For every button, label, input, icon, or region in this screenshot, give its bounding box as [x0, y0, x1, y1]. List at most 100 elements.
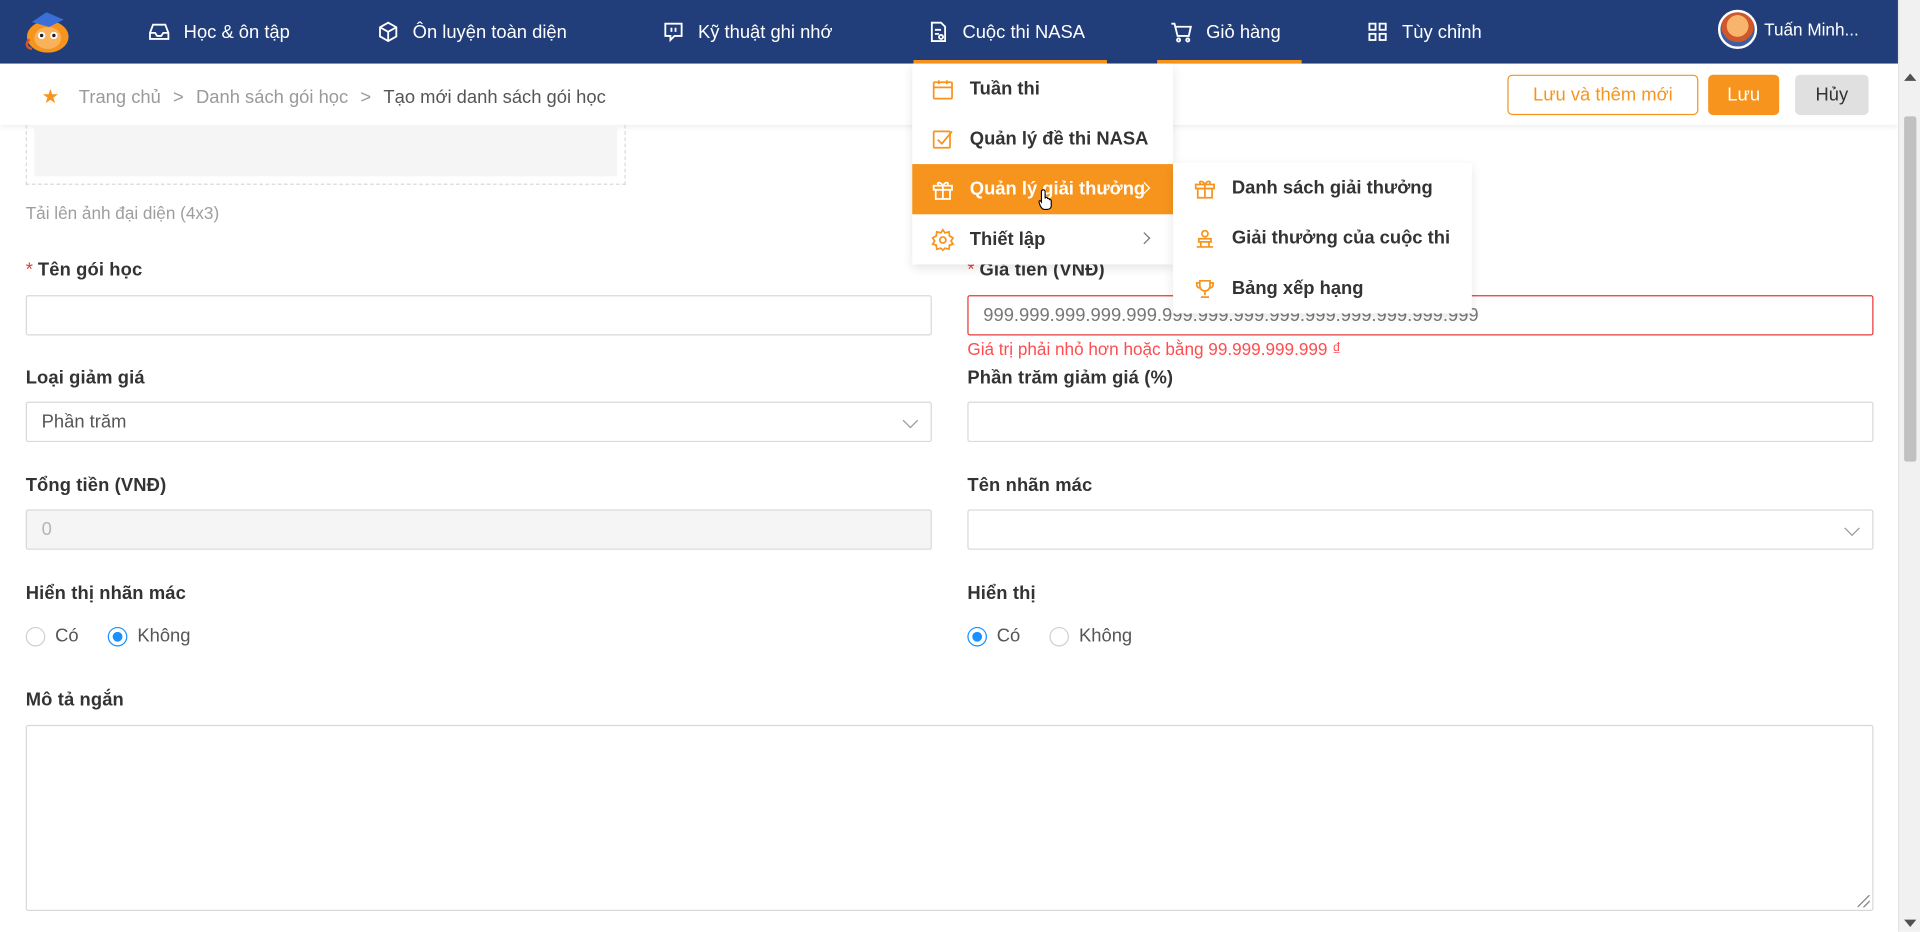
radio-label: Không	[137, 625, 191, 647]
submenu-item-danh-sach-giai-thuong[interactable]: Danh sách giải thưởng	[1173, 163, 1472, 213]
breadcrumb-list[interactable]: Danh sách gói học	[196, 86, 348, 107]
breadcrumb: ★ Trang chủ > Danh sách gói học > Tạo mớ…	[42, 84, 606, 108]
discount-type-select[interactable]: Phần trăm	[25, 401, 932, 443]
discount-type-label: Loại giảm giá	[25, 367, 145, 389]
breadcrumb-home[interactable]: Trang chủ	[79, 86, 161, 107]
total-value: 0	[41, 519, 52, 541]
save-button[interactable]: Lưu	[1708, 74, 1780, 116]
chevron-down-icon	[1844, 520, 1860, 537]
checkbox-icon	[932, 129, 953, 149]
chat-icon	[664, 22, 683, 43]
required-mark: *	[25, 259, 33, 281]
calendar-icon	[932, 79, 953, 99]
show-radio-group: Có Không	[967, 626, 1149, 647]
vertical-scrollbar[interactable]	[1897, 0, 1920, 932]
cart-icon	[1171, 22, 1192, 43]
hand-cursor-icon	[1038, 189, 1052, 210]
nav-item-label: Cuộc thi NASA	[962, 21, 1085, 43]
submenu-item-bang-xep-hang[interactable]: Bảng xếp hạng	[1173, 263, 1472, 313]
name-label-text: Tên gói học	[37, 259, 143, 281]
award-icon	[1196, 229, 1214, 248]
chevron-right-icon	[1138, 232, 1151, 245]
radio-button[interactable]	[1049, 626, 1070, 646]
show-label: Hiển thị	[967, 582, 1036, 604]
menu-item-label: Quản lý đề thi NASA	[969, 128, 1149, 150]
nav-item-hoc-on-tap[interactable]: Học & ôn tập	[147, 0, 290, 64]
cube-icon	[379, 21, 398, 43]
submenu-item-giai-thuong-cuoc-thi[interactable]: Giải thưởng của cuộc thi	[1173, 213, 1472, 263]
nav-item-cuoc-thi-nasa[interactable]: Cuộc thi NASA	[913, 0, 1107, 64]
brand-label: Tên nhãn mác	[967, 475, 1093, 496]
menu-item-label: Thiết lập	[969, 228, 1046, 250]
avatar	[1717, 9, 1757, 49]
radio-button[interactable]	[967, 626, 987, 646]
short-desc-textarea[interactable]	[25, 724, 1874, 912]
upload-hint: Tải lên ảnh đại diện (4x3)	[25, 203, 220, 223]
submenu-item-label: Danh sách giải thưởng	[1231, 177, 1433, 199]
show-brand-label: Hiển thị nhãn mác	[25, 582, 186, 604]
nav-item-label: Tùy chỉnh	[1402, 21, 1482, 43]
total-label: Tổng tiền (VNĐ)	[25, 475, 167, 496]
upload-preview	[34, 124, 618, 177]
user-menu[interactable]: Tuấn Minh...	[1717, 9, 1859, 49]
radio-label: Có	[55, 625, 79, 647]
show-brand-no-option[interactable]: Không	[107, 625, 191, 647]
breadcrumb-separator: >	[173, 86, 184, 108]
save-and-new-button[interactable]: Lưu và thêm mới	[1507, 74, 1699, 116]
radio-button[interactable]	[107, 626, 128, 646]
menu-item-thiet-lap[interactable]: Thiết lập	[912, 214, 1173, 264]
user-name: Tuấn Minh...	[1764, 19, 1859, 40]
avatar-upload-area[interactable]	[25, 124, 626, 185]
radio-label: Có	[996, 625, 1021, 647]
name-label: * Tên gói học	[26, 260, 143, 281]
trophy-icon	[1195, 279, 1214, 298]
menu-item-quan-ly-de-thi[interactable]: Quản lý đề thi NASA	[912, 114, 1173, 164]
inbox-icon	[149, 23, 170, 40]
exam-icon	[930, 21, 947, 42]
nav-item-on-luyen[interactable]: Ôn luyện toàn diện	[376, 0, 567, 64]
app-root: Học & ôn tập Ôn luyện toàn diện Kỹ thuật…	[0, 0, 1920, 932]
brand-select[interactable]	[967, 509, 1874, 550]
show-brand-yes-option[interactable]: Có	[25, 625, 79, 647]
short-desc-label: Mô tả ngắn	[25, 689, 124, 711]
show-no-option[interactable]: Không	[1049, 625, 1133, 647]
submenu-item-label: Giải thưởng của cuộc thi	[1231, 227, 1451, 249]
name-input[interactable]	[25, 295, 932, 336]
settings-icon	[931, 227, 955, 251]
menu-item-label: Tuần thi	[969, 78, 1040, 100]
cancel-button[interactable]: Hủy	[1795, 74, 1869, 116]
logo-icon[interactable]	[22, 10, 73, 54]
nav-item-label: Ôn luyện toàn diện	[412, 21, 567, 43]
breadcrumb-current: Tạo mới danh sách gói học	[383, 86, 606, 108]
discount-percent-input[interactable]	[967, 401, 1874, 443]
menu-item-tuan-thi[interactable]: Tuần thi	[912, 64, 1173, 114]
chevron-down-icon	[902, 412, 919, 429]
nav-item-tuy-chinh[interactable]: Tùy chỉnh	[1365, 0, 1482, 64]
top-navbar: Học & ôn tập Ôn luyện toàn diện Kỹ thuật…	[0, 0, 1898, 64]
discount-percent-label: Phần trăm giảm giá (%)	[967, 367, 1174, 389]
resize-handle-icon[interactable]	[1857, 895, 1870, 908]
scrollbar-thumb[interactable]	[1904, 116, 1917, 462]
scroll-up-icon[interactable]	[1904, 73, 1917, 81]
grid-icon	[1368, 22, 1387, 41]
nav-item-label: Kỹ thuật ghi nhớ	[697, 21, 833, 43]
show-yes-option[interactable]: Có	[967, 626, 1020, 647]
gift-icon	[932, 181, 953, 200]
gift-icon	[1194, 179, 1215, 199]
nasa-dropdown-menu: Tuần thi Quản lý đề thi NASA Quản lý giả…	[912, 63, 1174, 265]
nav-item-gio-hang[interactable]: Giỏ hàng	[1157, 0, 1302, 64]
nav-item-label: Học & ôn tập	[183, 21, 290, 43]
price-error-message: Giá trị phải nhỏ hơn hoặc bằng 99.999.99…	[967, 339, 1342, 359]
radio-label: Không	[1079, 625, 1133, 647]
submenu-item-label: Bảng xếp hạng	[1231, 277, 1364, 299]
nav-item-ky-thuat[interactable]: Kỹ thuật ghi nhớ	[661, 0, 833, 64]
nav-item-label: Giỏ hàng	[1206, 21, 1281, 43]
show-brand-radio-group: Có Không	[25, 625, 208, 647]
total-input: 0	[25, 509, 932, 550]
radio-button[interactable]	[25, 626, 46, 646]
discount-type-value: Phần trăm	[41, 411, 127, 433]
menu-item-label: Quản lý giải thưởng	[969, 178, 1146, 200]
giai-thuong-submenu: Danh sách giải thưởng Giải thưởng của cu…	[1173, 162, 1472, 314]
star-icon: ★	[41, 86, 60, 108]
scroll-down-icon[interactable]	[1904, 919, 1917, 927]
